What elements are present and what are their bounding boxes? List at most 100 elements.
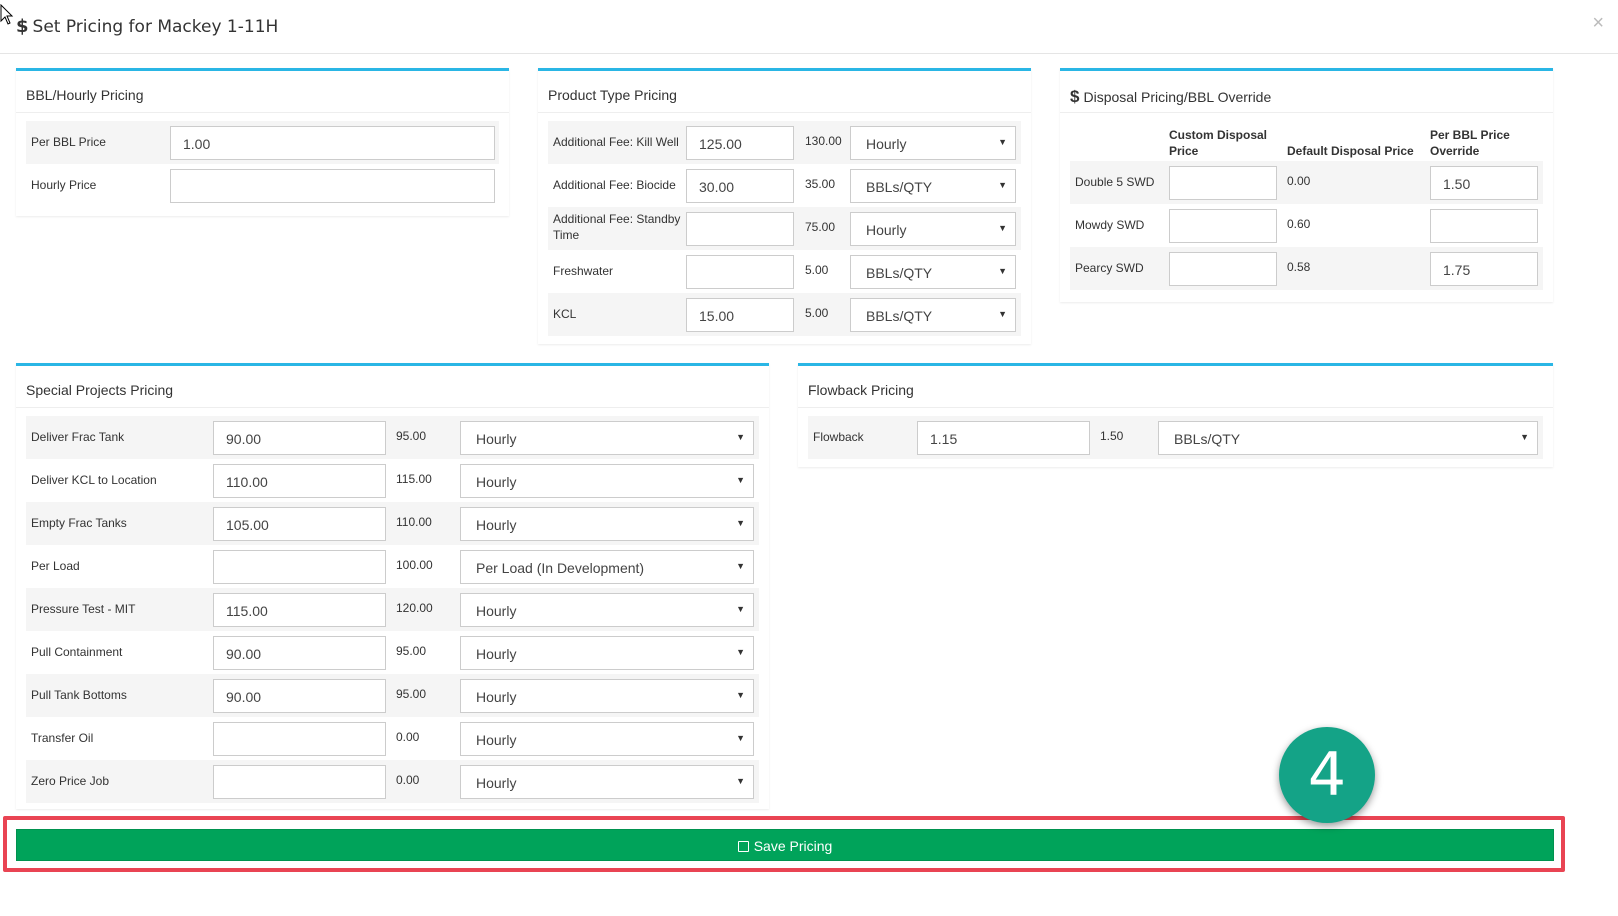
default-price: 115.00 [396,472,432,486]
price-input[interactable]: 105.00 [213,507,386,541]
unit-select[interactable]: Hourly ▼ [850,126,1016,160]
unit-select[interactable]: Hourly ▼ [460,421,754,455]
table-row: Mowdy SWD 0.60 [1070,204,1543,247]
unit-select[interactable]: Hourly ▼ [460,636,754,670]
disposal-table-header: Custom Disposal Price Default Disposal P… [1060,113,1553,161]
chevron-down-icon: ▼ [736,475,745,485]
default-price: 95.00 [396,644,427,658]
panel-title: $ Disposal Pricing/BBL Override [1060,71,1553,113]
per-bbl-override-input[interactable] [1430,209,1538,243]
per-bbl-price-label: Per BBL Price [31,135,106,149]
unit-select[interactable]: BBLs/QTY ▼ [850,169,1016,203]
default-disposal-price: 0.58 [1287,260,1311,274]
row-label: Mowdy SWD [1075,218,1145,232]
unit-select[interactable]: Hourly ▼ [460,464,754,498]
price-input[interactable]: 115.00 [213,593,386,627]
default-disposal-price: 0.00 [1287,174,1311,188]
dollar-icon: $ [1070,87,1080,106]
unit-select-value: Hourly [476,431,517,447]
chevron-down-icon: ▼ [1520,432,1529,442]
disposal-rows: Double 5 SWD 0.00 1.50 Mowdy SWD 0.60 Pe… [1060,161,1553,298]
unit-select[interactable]: BBLs/QTY ▼ [1158,421,1538,455]
price-input[interactable] [686,212,794,246]
floppy-disk-icon [737,841,749,852]
unit-select[interactable]: BBLs/QTY ▼ [850,255,1016,289]
price-input[interactable] [213,550,386,584]
row-label: Additional Fee: Kill Well [553,135,679,149]
chevron-down-icon: ▼ [998,309,1007,319]
chevron-down-icon: ▼ [736,776,745,786]
save-pricing-label: Save Pricing [753,838,833,854]
price-input[interactable] [686,255,794,289]
row-label: Pressure Test - MIT [31,602,136,616]
custom-disposal-price-input[interactable] [1169,209,1277,243]
unit-select-value: Hourly [476,689,517,705]
unit-select[interactable]: BBLs/QTY ▼ [850,298,1016,332]
bbl-hourly-pricing-panel: BBL/Hourly Pricing Per BBL Price 1.00 Ho… [16,68,509,216]
special-projects-rows: Deliver Frac Tank 90.00 95.00 Hourly ▼ De… [16,408,769,811]
hourly-price-input[interactable] [170,169,495,203]
per-bbl-price-input[interactable]: 1.00 [170,126,495,160]
table-row: Transfer Oil 0.00 Hourly ▼ [26,717,759,760]
modal-title: $ Set Pricing for Mackey 1-11H [16,16,278,37]
chevron-down-icon: ▼ [736,604,745,614]
row-label: Pull Containment [31,645,123,659]
custom-disposal-price-input[interactable] [1169,166,1277,200]
default-price: 1.50 [1100,429,1124,443]
price-input[interactable]: 30.00 [686,169,794,203]
row-label: Per Load [31,559,80,573]
chevron-down-icon: ▼ [736,561,745,571]
unit-select[interactable]: Hourly ▼ [460,593,754,627]
default-price: 110.00 [396,515,432,529]
price-input[interactable]: 1.15 [917,421,1090,455]
custom-disposal-price-header: Custom Disposal Price [1169,128,1268,158]
default-disposal-price-header: Default Disposal Price [1287,144,1414,158]
default-price: 5.00 [805,263,829,277]
row-label: KCL [553,307,577,321]
close-icon[interactable]: × [1592,12,1604,35]
unit-select-value: BBLs/QTY [866,308,933,324]
price-input[interactable] [213,722,386,756]
price-input[interactable]: 90.00 [213,636,386,670]
step-number-badge: 4 [1279,727,1375,823]
price-input[interactable]: 110.00 [213,464,386,498]
price-input[interactable]: 90.00 [213,421,386,455]
table-row: Hourly Price [26,164,499,207]
price-input[interactable]: 90.00 [213,679,386,713]
unit-select[interactable]: Per Load (In Development) ▼ [460,550,754,584]
unit-select[interactable]: Hourly ▼ [460,507,754,541]
chevron-down-icon: ▼ [736,518,745,528]
per-bbl-override-header: Per BBL Price Override [1430,128,1510,158]
table-row: Additional Fee: Biocide 30.00 35.00 BBLs… [548,164,1021,207]
panel-title: Product Type Pricing [538,71,1031,113]
unit-select[interactable]: Hourly ▼ [460,765,754,799]
default-price: 0.00 [396,730,420,744]
mouse-cursor-icon [0,4,14,25]
panel-title: Flowback Pricing [798,366,1553,408]
default-price: 95.00 [396,687,427,701]
price-input[interactable]: 15.00 [686,298,794,332]
flowback-rows: Flowback 1.15 1.50 BBLs/QTY ▼ [798,408,1553,467]
table-row: Deliver KCL to Location 110.00 115.00 Ho… [26,459,759,502]
chevron-down-icon: ▼ [736,733,745,743]
row-label: Pearcy SWD [1075,261,1144,275]
row-label: Empty Frac Tanks [31,516,127,530]
chevron-down-icon: ▼ [998,223,1007,233]
table-row: Per BBL Price 1.00 [26,121,499,164]
default-price: 5.00 [805,306,829,320]
unit-select[interactable]: Hourly ▼ [460,679,754,713]
chevron-down-icon: ▼ [736,647,745,657]
row-label: Deliver KCL to Location [31,473,157,487]
save-pricing-button[interactable]: Save Pricing [16,829,1554,861]
per-bbl-override-input[interactable]: 1.75 [1430,252,1538,286]
price-input[interactable] [213,765,386,799]
unit-select[interactable]: Hourly ▼ [460,722,754,756]
table-row: Deliver Frac Tank 90.00 95.00 Hourly ▼ [26,416,759,459]
table-row: Per Load 100.00 Per Load (In Development… [26,545,759,588]
price-input[interactable]: 125.00 [686,126,794,160]
custom-disposal-price-input[interactable] [1169,252,1277,286]
per-bbl-override-input[interactable]: 1.50 [1430,166,1538,200]
panel-title: BBL/Hourly Pricing [16,71,509,113]
default-price: 75.00 [805,220,836,234]
unit-select[interactable]: Hourly ▼ [850,212,1016,246]
